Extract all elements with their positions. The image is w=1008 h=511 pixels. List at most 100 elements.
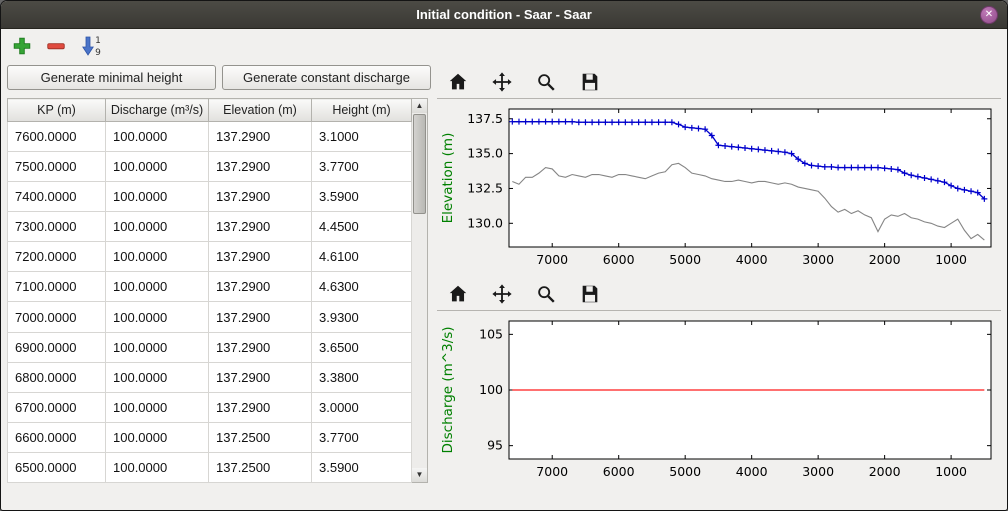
sort-button[interactable]: 1 9 — [79, 33, 107, 59]
table-cell[interactable]: 7600.0000 — [8, 122, 106, 152]
table-cell[interactable]: 3.5900 — [312, 452, 412, 482]
table-cell[interactable]: 137.2900 — [209, 242, 312, 272]
minus-icon — [45, 35, 67, 57]
table-cell[interactable]: 137.2900 — [209, 362, 312, 392]
table-cell[interactable]: 3.7700 — [312, 152, 412, 182]
home-icon — [447, 71, 469, 93]
svg-text:1000: 1000 — [935, 464, 967, 479]
table-row: 6700.0000100.0000137.29003.0000 — [8, 392, 412, 422]
svg-text:4000: 4000 — [736, 252, 768, 267]
table-cell[interactable]: 4.6300 — [312, 272, 412, 302]
table-cell[interactable]: 137.2900 — [209, 332, 312, 362]
scroll-down-button[interactable]: ▼ — [412, 468, 427, 482]
table-cell[interactable]: 7300.0000 — [8, 212, 106, 242]
svg-text:4000: 4000 — [736, 464, 768, 479]
table-cell[interactable]: 137.2500 — [209, 422, 312, 452]
table-cell[interactable]: 137.2900 — [209, 152, 312, 182]
table-cell[interactable]: 3.5900 — [312, 182, 412, 212]
svg-text:5000: 5000 — [669, 252, 701, 267]
scrollbar-thumb[interactable] — [413, 114, 426, 214]
generate-constant-discharge-button[interactable]: Generate constant discharge — [222, 65, 431, 90]
zoom-button[interactable] — [533, 69, 559, 95]
table-cell[interactable]: 100.0000 — [106, 302, 209, 332]
table-cell[interactable]: 100.0000 — [106, 212, 209, 242]
home-icon — [447, 283, 469, 305]
table-cell[interactable]: 100.0000 — [106, 122, 209, 152]
save-button[interactable] — [577, 69, 603, 95]
table-cell[interactable]: 100.0000 — [106, 332, 209, 362]
table-row: 7600.0000100.0000137.29003.1000 — [8, 122, 412, 152]
table-cell[interactable]: 6900.0000 — [8, 332, 106, 362]
svg-text:135.0: 135.0 — [467, 146, 503, 161]
vertical-scrollbar[interactable]: ▲ ▼ — [412, 98, 428, 483]
column-header-height[interactable]: Height (m) — [312, 99, 412, 122]
scrollbar-track[interactable] — [412, 113, 427, 468]
table-cell[interactable]: 3.3800 — [312, 362, 412, 392]
app-window: Initial condition - Saar - Saar ✕ 1 9 Ge… — [0, 0, 1008, 511]
home-button[interactable] — [445, 281, 471, 307]
table-cell[interactable]: 7500.0000 — [8, 152, 106, 182]
table-cell[interactable]: 4.4500 — [312, 212, 412, 242]
table-cell[interactable]: 7100.0000 — [8, 272, 106, 302]
table-cell[interactable]: 137.2900 — [209, 392, 312, 422]
table-cell[interactable]: 6800.0000 — [8, 362, 106, 392]
table-cell[interactable]: 4.6100 — [312, 242, 412, 272]
save-button[interactable] — [577, 281, 603, 307]
svg-text:1000: 1000 — [935, 252, 967, 267]
table-cell[interactable]: 3.7700 — [312, 422, 412, 452]
table-cell[interactable]: 137.2900 — [209, 272, 312, 302]
table-cell[interactable]: 100.0000 — [106, 182, 209, 212]
pan-button[interactable] — [489, 69, 515, 95]
discharge-chart[interactable]: 700060005000400030002000100010510095Disc… — [437, 313, 997, 489]
table-cell[interactable]: 137.2900 — [209, 212, 312, 242]
generate-minimal-height-button[interactable]: Generate minimal height — [7, 65, 216, 90]
table-cell[interactable]: 100.0000 — [106, 422, 209, 452]
elevation-nav-toolbar — [437, 65, 1001, 99]
table-cell[interactable]: 137.2900 — [209, 182, 312, 212]
column-header-kp[interactable]: KP (m) — [8, 99, 106, 122]
table-cell[interactable]: 137.2900 — [209, 302, 312, 332]
remove-row-button[interactable] — [45, 33, 67, 59]
column-header-discharge[interactable]: Discharge (m³/s) — [106, 99, 209, 122]
table-cell[interactable]: 137.2900 — [209, 122, 312, 152]
table-cell[interactable]: 6600.0000 — [8, 422, 106, 452]
table-cell[interactable]: 7400.0000 — [8, 182, 106, 212]
data-table-wrap: KP (m) Discharge (m³/s) Elevation (m) He… — [7, 98, 431, 483]
svg-text:Elevation (m): Elevation (m) — [440, 133, 456, 224]
table-cell[interactable]: 137.2500 — [209, 452, 312, 482]
table-cell[interactable]: 100.0000 — [106, 452, 209, 482]
table-row: 6500.0000100.0000137.25003.5900 — [8, 452, 412, 482]
scroll-up-button[interactable]: ▲ — [412, 99, 427, 113]
column-header-elevation[interactable]: Elevation (m) — [209, 99, 312, 122]
discharge-nav-toolbar — [437, 277, 1001, 311]
status-bar — [1, 498, 1007, 510]
zoom-button[interactable] — [533, 281, 559, 307]
svg-text:2000: 2000 — [869, 252, 901, 267]
window-title: Initial condition - Saar - Saar — [416, 7, 592, 22]
table-header-row: KP (m) Discharge (m³/s) Elevation (m) He… — [8, 99, 412, 122]
table-cell[interactable]: 6500.0000 — [8, 452, 106, 482]
table-cell[interactable]: 3.9300 — [312, 302, 412, 332]
table-body: 7600.0000100.0000137.29003.10007500.0000… — [8, 122, 412, 483]
elevation-chart[interactable]: 7000600050004000300020001000137.5135.013… — [437, 101, 997, 277]
table-cell[interactable]: 3.6500 — [312, 332, 412, 362]
table-cell[interactable]: 3.1000 — [312, 122, 412, 152]
close-icon: ✕ — [985, 9, 993, 20]
table-cell[interactable]: 7000.0000 — [8, 302, 106, 332]
table-cell[interactable]: 7200.0000 — [8, 242, 106, 272]
generate-buttons-row: Generate minimal height Generate constan… — [7, 65, 431, 90]
table-cell[interactable]: 100.0000 — [106, 152, 209, 182]
table-cell[interactable]: 6700.0000 — [8, 392, 106, 422]
table-cell[interactable]: 100.0000 — [106, 392, 209, 422]
table-cell[interactable]: 100.0000 — [106, 362, 209, 392]
main-content: Generate minimal height Generate constan… — [1, 63, 1007, 498]
magnifier-icon — [535, 283, 557, 305]
table-cell[interactable]: 3.0000 — [312, 392, 412, 422]
table-cell[interactable]: 100.0000 — [106, 272, 209, 302]
add-row-button[interactable] — [11, 33, 33, 59]
home-button[interactable] — [445, 69, 471, 95]
table-cell[interactable]: 100.0000 — [106, 242, 209, 272]
pan-button[interactable] — [489, 281, 515, 307]
titlebar[interactable]: Initial condition - Saar - Saar ✕ — [1, 1, 1007, 29]
close-button[interactable]: ✕ — [980, 6, 998, 24]
